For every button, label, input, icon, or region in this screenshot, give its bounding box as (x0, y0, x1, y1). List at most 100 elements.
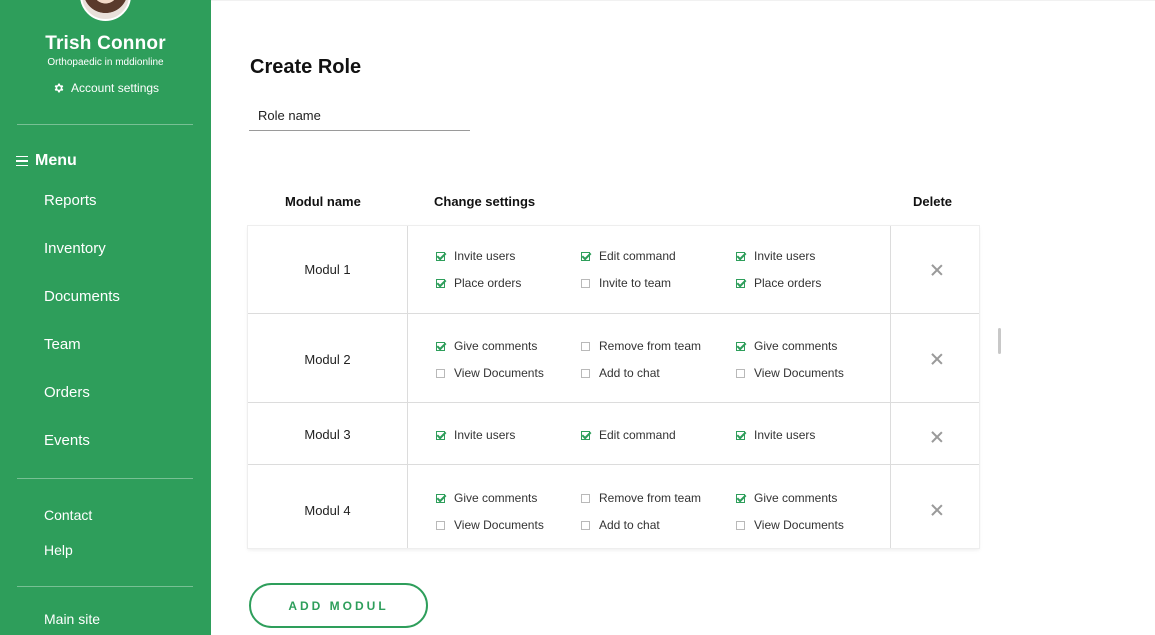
permission-option[interactable]: View Documents (736, 366, 844, 380)
gear-icon (54, 83, 64, 93)
option-label: Place orders (754, 276, 822, 290)
permission-option[interactable]: View Documents (736, 518, 844, 532)
divider (17, 124, 193, 125)
column-header-settings: Change settings (434, 194, 536, 209)
menu-heading-label: Menu (35, 152, 77, 169)
delete-icon[interactable] (931, 504, 943, 516)
divider (17, 586, 193, 587)
sidebar-item-inventory[interactable]: Inventory (44, 240, 106, 257)
table-row: Modul 3 Invite users Edit command Invite… (248, 403, 979, 465)
checkbox-unchecked-icon[interactable] (581, 278, 590, 288)
menu-heading[interactable]: Menu (16, 152, 77, 170)
option-label: Give comments (454, 491, 538, 505)
permission-option[interactable]: Invite users (736, 428, 815, 442)
checkbox-checked-icon[interactable] (436, 251, 445, 261)
checkbox-checked-icon[interactable] (736, 251, 745, 261)
permission-option[interactable]: Add to chat (581, 518, 660, 532)
table-row: Modul 2 Give comments Remove from team G… (248, 314, 979, 403)
column-header-module: Modul name (285, 194, 361, 209)
sidebar-item-reports[interactable]: Reports (44, 192, 97, 209)
checkbox-unchecked-icon[interactable] (581, 341, 590, 351)
checkbox-checked-icon[interactable] (581, 251, 590, 261)
role-name-input[interactable] (249, 100, 470, 131)
modules-table: Modul 1 Invite users Edit command Invite… (248, 226, 979, 548)
avatar[interactable] (80, 0, 131, 21)
page-title: Create Role (250, 56, 362, 78)
option-label: Remove from team (599, 339, 702, 353)
option-label: Give comments (754, 339, 838, 353)
sidebar-item-events[interactable]: Events (44, 432, 90, 449)
sidebar-item-help[interactable]: Help (44, 542, 73, 558)
add-modul-button[interactable]: ADD MODUL (249, 583, 428, 628)
top-border (211, 0, 1155, 1)
permission-option[interactable]: Give comments (436, 339, 537, 353)
divider (17, 478, 193, 479)
permission-option[interactable]: Give comments (736, 491, 837, 505)
option-label: Invite users (754, 249, 816, 263)
option-label: Invite users (454, 428, 516, 442)
checkbox-checked-icon[interactable] (436, 278, 445, 288)
permission-option[interactable]: Invite users (736, 249, 815, 263)
permission-option[interactable]: View Documents (436, 518, 544, 532)
sidebar-item-team[interactable]: Team (44, 336, 81, 353)
module-name: Modul 3 (304, 427, 351, 442)
checkbox-unchecked-icon[interactable] (436, 520, 445, 530)
sidebar-item-orders[interactable]: Orders (44, 384, 90, 401)
checkbox-unchecked-icon[interactable] (736, 368, 745, 378)
sidebar-item-documents[interactable]: Documents (44, 288, 120, 305)
option-label: View Documents (754, 518, 844, 532)
option-label: Give comments (754, 491, 838, 505)
module-name: Modul 1 (304, 262, 351, 277)
permission-option[interactable]: Edit command (581, 249, 676, 263)
checkbox-checked-icon[interactable] (436, 430, 445, 440)
option-label: Invite users (454, 249, 516, 263)
user-subtitle: Orthopaedic in mddionline (47, 57, 164, 68)
permission-option[interactable]: Add to chat (581, 366, 660, 380)
permission-option[interactable]: Invite users (436, 249, 515, 263)
checkbox-checked-icon[interactable] (736, 341, 745, 351)
hamburger-icon (16, 155, 28, 167)
checkbox-checked-icon[interactable] (736, 430, 745, 440)
option-label: Invite users (754, 428, 816, 442)
permission-option[interactable]: Remove from team (581, 491, 701, 505)
table-row: Modul 1 Invite users Edit command Invite… (248, 226, 979, 314)
checkbox-unchecked-icon[interactable] (581, 493, 590, 503)
checkbox-checked-icon[interactable] (736, 493, 745, 503)
option-label: View Documents (454, 518, 544, 532)
option-label: Invite to team (599, 276, 672, 290)
table-row: Modul 4 Give comments Remove from team G… (248, 465, 979, 548)
option-label: Add to chat (599, 518, 660, 532)
checkbox-unchecked-icon[interactable] (736, 520, 745, 530)
permission-option[interactable]: Give comments (436, 491, 537, 505)
sidebar-item-main-site[interactable]: Main site (44, 611, 100, 627)
checkbox-checked-icon[interactable] (436, 341, 445, 351)
permission-option[interactable]: Invite users (436, 428, 515, 442)
permission-option[interactable]: View Documents (436, 366, 544, 380)
option-label: Edit command (599, 428, 676, 442)
option-label: Place orders (454, 276, 522, 290)
permission-option[interactable]: Place orders (436, 276, 521, 290)
checkbox-unchecked-icon[interactable] (581, 520, 590, 530)
delete-icon[interactable] (931, 353, 943, 365)
user-name: Trish Connor (45, 33, 166, 54)
permission-option[interactable]: Give comments (736, 339, 837, 353)
delete-icon[interactable] (931, 431, 943, 443)
sidebar: Trish Connor Orthopaedic in mddionline A… (0, 0, 211, 635)
permission-option[interactable]: Remove from team (581, 339, 701, 353)
checkbox-checked-icon[interactable] (436, 493, 445, 503)
module-name: Modul 4 (304, 503, 351, 518)
account-settings-link[interactable]: Account settings (53, 81, 159, 95)
option-label: Edit command (599, 249, 676, 263)
permission-option[interactable]: Place orders (736, 276, 821, 290)
delete-icon[interactable] (931, 264, 943, 276)
checkbox-unchecked-icon[interactable] (436, 368, 445, 378)
permission-option[interactable]: Edit command (581, 428, 676, 442)
permission-option[interactable]: Invite to team (581, 276, 671, 290)
module-name: Modul 2 (304, 352, 351, 367)
option-label: Remove from team (599, 491, 702, 505)
checkbox-unchecked-icon[interactable] (581, 368, 590, 378)
checkbox-checked-icon[interactable] (736, 278, 745, 288)
scrollbar[interactable] (998, 328, 1001, 354)
sidebar-item-contact[interactable]: Contact (44, 507, 92, 523)
checkbox-checked-icon[interactable] (581, 430, 590, 440)
